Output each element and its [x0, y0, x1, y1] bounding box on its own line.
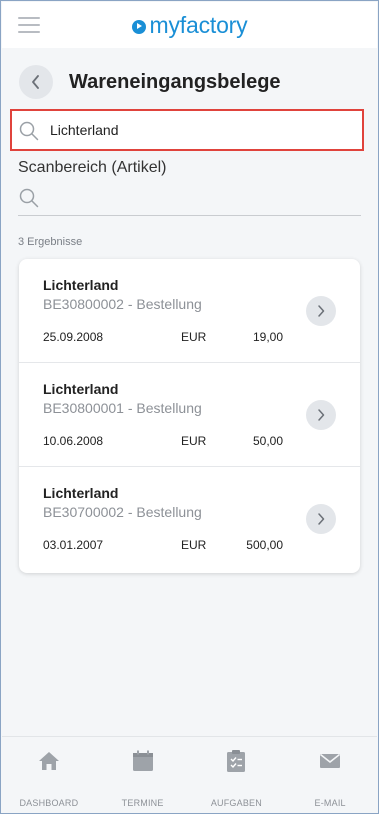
- brand-name: myfactory: [149, 12, 248, 38]
- supplier-name: Lichterland: [43, 277, 119, 293]
- top-bar: myfactory: [2, 2, 377, 48]
- mail-icon: [319, 749, 341, 773]
- search-input[interactable]: Lichterland: [10, 109, 364, 151]
- search-icon: [19, 188, 39, 208]
- search-value: Lichterland: [50, 122, 119, 138]
- chevron-right-icon[interactable]: [306, 504, 336, 534]
- document-number: BE30800002 - Bestellung: [43, 296, 202, 312]
- supplier-name: Lichterland: [43, 381, 119, 397]
- list-item[interactable]: Lichterland BE30800002 - Bestellung 25.0…: [19, 259, 360, 363]
- clipboard-check-icon: [226, 749, 246, 773]
- document-date: 03.01.2007: [43, 538, 104, 552]
- results-count: 3 Ergebnisse: [18, 236, 83, 248]
- bottom-navigation: DASHBOARD TERMINE AUFGABEN E-MAIL: [2, 736, 377, 812]
- back-button[interactable]: [19, 65, 53, 99]
- list-item[interactable]: Lichterland BE30800001 - Bestellung 10.0…: [19, 363, 360, 467]
- nav-label: AUFGABEN: [210, 798, 262, 808]
- currency: EUR: [181, 330, 207, 344]
- document-date: 10.06.2008: [43, 434, 104, 448]
- play-icon: [131, 19, 146, 34]
- chevron-right-icon[interactable]: [306, 400, 336, 430]
- amount: 50,00: [252, 434, 283, 448]
- app-frame: myfactory Wareneingangsbelege Lichterlan…: [0, 0, 379, 814]
- document-number: BE30800001 - Bestellung: [43, 400, 202, 416]
- document-number: BE30700002 - Bestellung: [43, 504, 202, 520]
- amount: 19,00: [252, 330, 283, 344]
- nav-label: TERMINE: [121, 798, 164, 808]
- nav-item-aufgaben[interactable]: AUFGABEN: [190, 737, 284, 812]
- results-list: Lichterland BE30800002 - Bestellung 25.0…: [19, 259, 360, 573]
- amount: 500,00: [246, 538, 283, 552]
- calendar-icon: [132, 749, 154, 773]
- document-date: 25.09.2008: [43, 330, 104, 344]
- supplier-name: Lichterland: [43, 485, 119, 501]
- search-icon: [19, 121, 39, 141]
- currency: EUR: [181, 434, 207, 448]
- home-icon: [38, 749, 60, 773]
- brand-logo: myfactory: [2, 12, 377, 39]
- nav-label: E-MAIL: [314, 798, 346, 808]
- scan-input[interactable]: [18, 184, 361, 216]
- scan-area-label: Scanbereich (Artikel): [18, 159, 167, 176]
- nav-label: DASHBOARD: [19, 798, 79, 808]
- nav-item-termine[interactable]: TERMINE: [96, 737, 190, 812]
- chevron-left-icon: [32, 75, 39, 89]
- currency: EUR: [181, 538, 207, 552]
- nav-item-dashboard[interactable]: DASHBOARD: [2, 737, 96, 812]
- page-title: Wareneingangsbelege: [69, 71, 281, 93]
- nav-item-email[interactable]: E-MAIL: [283, 737, 377, 812]
- list-item[interactable]: Lichterland BE30700002 - Bestellung 03.0…: [19, 467, 360, 573]
- chevron-right-icon[interactable]: [306, 296, 336, 326]
